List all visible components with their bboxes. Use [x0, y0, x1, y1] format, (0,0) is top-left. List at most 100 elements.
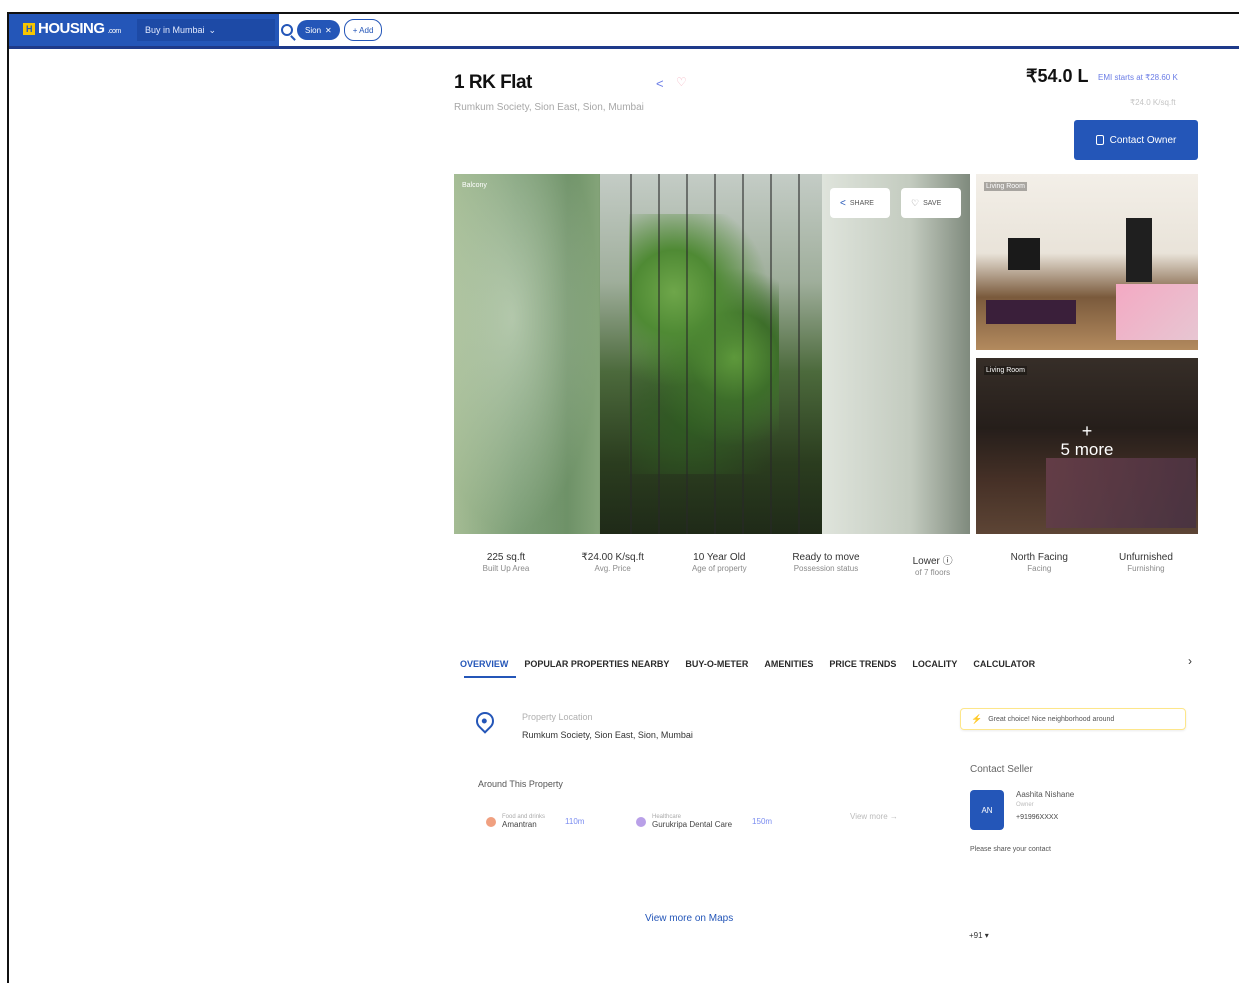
stat-floor[interactable]: Lower ⓘ of 7 floors [881, 552, 985, 578]
chevron-right-icon[interactable]: › [1188, 654, 1192, 668]
share-icon: < [840, 197, 846, 209]
stat-built-up-area: 225 sq.ft Built Up Area [454, 552, 558, 578]
info-icon[interactable]: ⓘ [943, 556, 953, 567]
nearby-text: Food and drinks Amantran [502, 814, 545, 829]
stat-value-row: Lower ⓘ [881, 552, 985, 567]
logo-text: HOUSING [38, 20, 105, 37]
seller-phone: +91996XXXX [1016, 814, 1059, 821]
seller-note: Please share your contact [970, 846, 1051, 853]
stat-value: 10 Year Old [693, 552, 746, 563]
nav-brand-area: H HOUSING .com Buy in Mumbai ⌄ [9, 14, 279, 46]
emi-link[interactable]: EMI starts at ₹28.60 K [1098, 73, 1178, 82]
location-pin-icon [472, 708, 498, 734]
photo-tv [1008, 238, 1040, 270]
save-button[interactable]: ♡ SAVE [901, 188, 961, 218]
stat-facing: North Facing Facing [987, 552, 1091, 578]
stat-label: Furnishing [1127, 564, 1165, 573]
contact-owner-button[interactable]: Contact Owner [1074, 120, 1198, 160]
more-photos-label: + 5 more [976, 422, 1198, 460]
tab-price-trends[interactable]: PRICE TRENDS [829, 659, 896, 669]
seller-name: Aashita Nishane [1016, 790, 1075, 799]
side-photo-living-room[interactable]: Living Room [976, 174, 1198, 350]
photo-tag: Living Room [984, 366, 1027, 375]
stat-possession: Ready to move Possession status [774, 552, 878, 578]
stat-age: 10 Year Old Age of property [667, 552, 771, 578]
stat-value: North Facing [1010, 552, 1068, 563]
stat-label: Built Up Area [482, 564, 530, 573]
nearby-place[interactable]: Food and drinks Amantran 110m [486, 814, 584, 829]
more-count: 5 more [1060, 440, 1114, 459]
property-stats: 225 sq.ft Built Up Area ₹24.00 K/sq.ft A… [454, 552, 1198, 578]
share-icon[interactable]: < [656, 76, 664, 91]
stat-label: Age of property [691, 564, 747, 573]
avatar: AN [970, 790, 1004, 830]
tab-locality[interactable]: LOCALITY [912, 659, 957, 669]
nearby-name: Gurukripa Dental Care [652, 820, 733, 829]
chevron-down-icon: ⌄ [208, 24, 217, 35]
seller-role: Owner [1016, 802, 1034, 808]
stat-value: Ready to move [792, 552, 860, 563]
listing-address: Rumkum Society, Sion East, Sion, Mumbai [454, 102, 644, 113]
stat-label: Facing [1027, 564, 1052, 573]
country-code-select[interactable]: +91 ▾ [969, 931, 989, 940]
neighborhood-highlight: ⚡ Great choice! Nice neighborhood around [960, 708, 1186, 730]
nearby-distance: 150m [752, 817, 773, 826]
top-nav: H HOUSING .com Buy in Mumbai ⌄ Sion ✕ + … [9, 14, 1239, 49]
stat-value: Lower [912, 556, 940, 567]
arrow-right-icon: → [889, 812, 898, 821]
more-photos-tile[interactable]: Living Room + 5 more [976, 358, 1198, 534]
city-select[interactable]: Buy in Mumbai ⌄ [137, 19, 275, 41]
photo-blur-left [454, 174, 600, 534]
stat-value: Unfurnished [1118, 552, 1173, 563]
around-title: Around This Property [478, 779, 563, 789]
nearby-text: Healthcare Gurukripa Dental Care [652, 814, 732, 829]
tab-buy-o-meter[interactable]: BUY-O-METER [685, 659, 748, 669]
save-label: SAVE [923, 199, 942, 207]
search-chip-sion[interactable]: Sion ✕ [297, 20, 340, 40]
search-bar[interactable]: Sion ✕ + Add [281, 18, 383, 42]
tab-amenities[interactable]: AMENITIES [764, 659, 813, 669]
view-more-on-maps-link[interactable]: View more on Maps [645, 913, 733, 924]
stat-furnishing: Unfurnished Furnishing [1094, 552, 1198, 578]
heart-icon[interactable]: ♡ [676, 75, 687, 89]
nearby-view-more-button[interactable]: View more → [850, 812, 898, 821]
food-icon [486, 816, 496, 827]
stat-value: 225 sq.ft [486, 552, 526, 563]
housing-logo[interactable]: H HOUSING .com [23, 20, 121, 37]
listing-price: ₹54.0 L [1026, 66, 1089, 86]
frame-left-border [7, 12, 9, 983]
logo-mark-icon: H [23, 22, 35, 35]
tab-calculator[interactable]: CALCULATOR [973, 659, 1035, 669]
main-photo-balcony[interactable]: Balcony < SHARE ♡ SAVE [454, 174, 970, 534]
listing-title: 1 RK Flat [454, 72, 532, 93]
nearby-view-more-label: View more [850, 812, 888, 821]
plus-icon: + [1081, 421, 1093, 441]
photo-tag: Living Room [984, 182, 1027, 191]
stat-label: Possession status [793, 564, 859, 573]
section-tabs: OVERVIEW POPULAR PROPERTIES NEARBY BUY-O… [460, 644, 1200, 684]
bolt-icon: ⚡ [971, 713, 983, 724]
overview-section: Property Location Rumkum Society, Sion E… [454, 702, 1198, 858]
photo-bed [1116, 284, 1198, 340]
stat-label: of 7 floors [915, 568, 951, 577]
photo-tag: Balcony [462, 182, 487, 189]
location-value: Rumkum Society, Sion East, Sion, Mumbai [522, 730, 693, 740]
close-icon[interactable]: ✕ [325, 26, 332, 35]
contact-seller-title: Contact Seller [970, 764, 1033, 775]
tab-popular-properties[interactable]: POPULAR PROPERTIES NEARBY [524, 659, 669, 669]
city-select-label: Buy in Mumbai [145, 25, 205, 35]
contact-owner-label: Contact Owner [1109, 134, 1177, 146]
photo-blur-right [822, 174, 970, 534]
tab-overview[interactable]: OVERVIEW [460, 659, 508, 669]
photo-gallery: Balcony < SHARE ♡ SAVE Living Room Livin… [454, 174, 1198, 534]
heart-icon: ♡ [911, 197, 920, 208]
phone-icon [1095, 135, 1104, 145]
photo-grille [604, 174, 822, 534]
add-location-button[interactable]: + Add [343, 19, 383, 41]
share-button[interactable]: < SHARE [830, 188, 890, 218]
stat-avg-price: ₹24.00 K/sq.ft Avg. Price [561, 552, 665, 578]
stat-value: ₹24.00 K/sq.ft [581, 552, 644, 563]
search-icon [281, 24, 293, 36]
photo-door [1126, 218, 1152, 282]
nearby-place[interactable]: Healthcare Gurukripa Dental Care 150m [636, 814, 772, 829]
